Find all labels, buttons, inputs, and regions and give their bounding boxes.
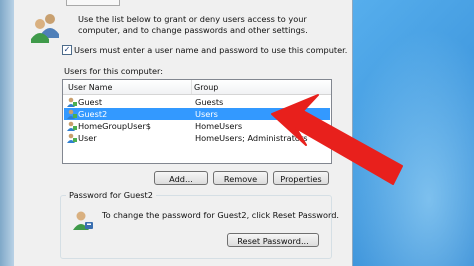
require-password-checkbox[interactable]: ✓: [62, 45, 72, 55]
user-icon: [67, 133, 77, 143]
column-header-user-name[interactable]: User Name: [68, 83, 112, 92]
users-list-caption: Users for this computer:: [64, 66, 164, 76]
user-group: Guests: [195, 97, 224, 107]
user-row[interactable]: Guest Guests: [64, 96, 330, 108]
user-icon: [67, 97, 77, 107]
users-list-header: User Name Group: [63, 80, 331, 95]
password-user-icon: [73, 211, 93, 230]
tab-users[interactable]: [66, 0, 120, 6]
properties-button[interactable]: Properties: [273, 171, 329, 185]
user-group: HomeUsers; Administrators: [195, 133, 308, 143]
window-edge: [0, 0, 14, 266]
user-accounts-dialog: Use the list below to grant or deny user…: [14, 0, 353, 266]
user-name: HomeGroupUser$: [78, 121, 151, 131]
intro-text: Use the list below to grant or deny user…: [78, 14, 308, 35]
user-icon: [67, 109, 77, 119]
column-divider[interactable]: [191, 80, 192, 94]
user-row[interactable]: User HomeUsers; Administrators: [64, 132, 330, 144]
add-button[interactable]: Add...: [154, 171, 208, 185]
user-icon: [67, 121, 77, 131]
user-row[interactable]: HomeGroupUser$ HomeUsers: [64, 120, 330, 132]
user-name: Guest2: [78, 109, 108, 119]
remove-button[interactable]: Remove: [213, 171, 268, 185]
require-password-label: Users must enter a user name and passwor…: [74, 45, 348, 55]
column-header-group[interactable]: Group: [194, 83, 218, 92]
password-group-title: Password for Guest2: [66, 190, 156, 200]
reset-password-button[interactable]: Reset Password...: [227, 233, 319, 247]
user-name: Guest: [78, 97, 103, 107]
password-help-text: To change the password for Guest2, click…: [102, 210, 340, 220]
user-name: User: [78, 133, 97, 143]
user-row[interactable]: Guest2 Users: [64, 108, 330, 120]
users-icon: [31, 14, 59, 43]
password-groupbox: [60, 195, 332, 259]
users-list[interactable]: User Name Group Guest Guests Guest2 Users Ho…: [62, 79, 332, 164]
user-group: Users: [195, 109, 218, 119]
user-group: HomeUsers: [195, 121, 243, 131]
